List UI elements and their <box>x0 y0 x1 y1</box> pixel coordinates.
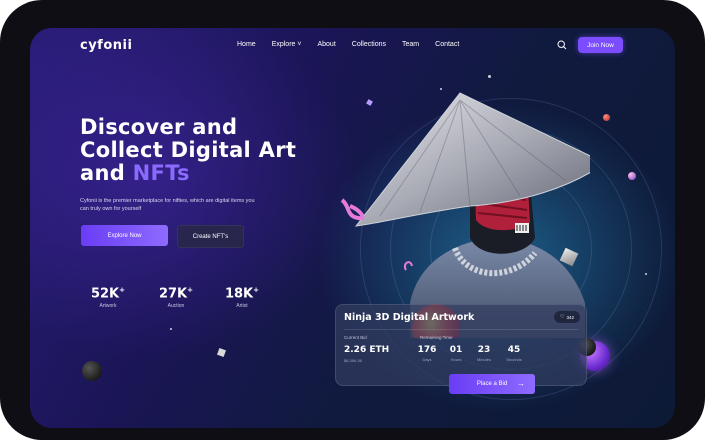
stat-label: Artwork <box>99 303 117 310</box>
brand-logo[interactable]: cyfonii <box>80 38 132 53</box>
hero-title: Discover and Collect Digital Art and NFT… <box>80 116 296 185</box>
explore-now-button[interactable]: Explore Now <box>81 225 168 246</box>
search-icon[interactable] <box>557 40 567 50</box>
nav-item-explore[interactable]: Explore ˅ <box>272 41 302 48</box>
stat-value: 52K+ <box>90 286 126 302</box>
place-bid-label: Place a Bid <box>476 381 508 387</box>
artwork-title: Ninja 3D Digital Artwork <box>344 312 475 323</box>
timer-number: 45 <box>507 345 521 355</box>
timer-unit: Minutes <box>476 357 491 362</box>
timer-unit: Hours <box>450 357 462 362</box>
join-now-button[interactable]: Join Now <box>578 37 623 53</box>
artwork-bid-card: Ninja 3D Digital Artwork ♡ 342 Current B… <box>335 304 587 394</box>
stat-auction: 27K+ Auction <box>151 286 201 309</box>
main-nav: Home Explore ˅ About Collections Team Co… <box>237 41 475 48</box>
planet-decoration <box>603 114 610 121</box>
stat-artwork: 52K+ Artwork <box>83 286 133 309</box>
timer-hours: 01 Hours <box>444 345 468 362</box>
stat-value: 18K+ <box>224 286 260 302</box>
hero-title-line: and <box>80 161 133 185</box>
create-nft-button[interactable]: Create NFT's <box>177 225 244 248</box>
hero-title-accent: NFTs <box>132 161 190 185</box>
remaining-time-label: Remaining Time <box>420 335 453 340</box>
current-bid-usd: $8,354.36 <box>344 358 362 363</box>
stat-value: 27K+ <box>158 286 194 302</box>
card-divider <box>344 329 578 330</box>
nav-item-home[interactable]: Home <box>237 41 256 48</box>
hero-title-line: Discover and <box>80 115 238 139</box>
timer-unit: Seconds <box>506 357 522 362</box>
heart-icon: ♡ <box>560 314 565 320</box>
stat-label: Artist <box>236 303 248 310</box>
timer-number: 01 <box>449 345 463 355</box>
place-bid-button[interactable]: Place a Bid → <box>449 374 535 394</box>
star-decoration <box>488 75 491 78</box>
arrow-right-icon: → <box>517 379 525 388</box>
hero-title-line: Collect Digital Art <box>80 138 297 162</box>
device-frame: cyfonii Home Explore ˅ About Collections… <box>0 0 705 440</box>
star-decoration <box>170 328 172 330</box>
timer-days: 176 Days <box>415 345 439 362</box>
nav-item-about[interactable]: About <box>317 41 335 48</box>
timer-number: 23 <box>477 345 491 355</box>
sphere-decoration <box>82 361 102 381</box>
website-screen: cyfonii Home Explore ˅ About Collections… <box>30 28 675 428</box>
planet-decoration <box>628 172 636 180</box>
stat-artist: 18K+ Artist <box>217 286 267 309</box>
timer-number: 176 <box>417 345 437 355</box>
nav-item-contact[interactable]: Contact <box>435 41 459 48</box>
like-button[interactable]: ♡ 342 <box>554 311 580 323</box>
like-count: 342 <box>566 314 574 320</box>
star-decoration <box>645 273 647 275</box>
timer-seconds: 45 Seconds <box>502 345 526 362</box>
current-bid-value: 2.26 ETH <box>344 345 390 355</box>
timer-unit: Days <box>422 357 432 362</box>
current-bid-label: Current Bid <box>344 335 367 340</box>
nav-item-team[interactable]: Team <box>402 41 419 48</box>
nav-item-collections[interactable]: Collections <box>352 41 386 48</box>
timer-minutes: 23 Minutes <box>472 345 496 362</box>
hero-description: Cyfonii is the premier marketplace for n… <box>80 198 255 212</box>
ninja-artwork-image <box>340 92 590 338</box>
stat-label: Auction <box>167 303 185 310</box>
cube-decoration <box>217 348 226 357</box>
